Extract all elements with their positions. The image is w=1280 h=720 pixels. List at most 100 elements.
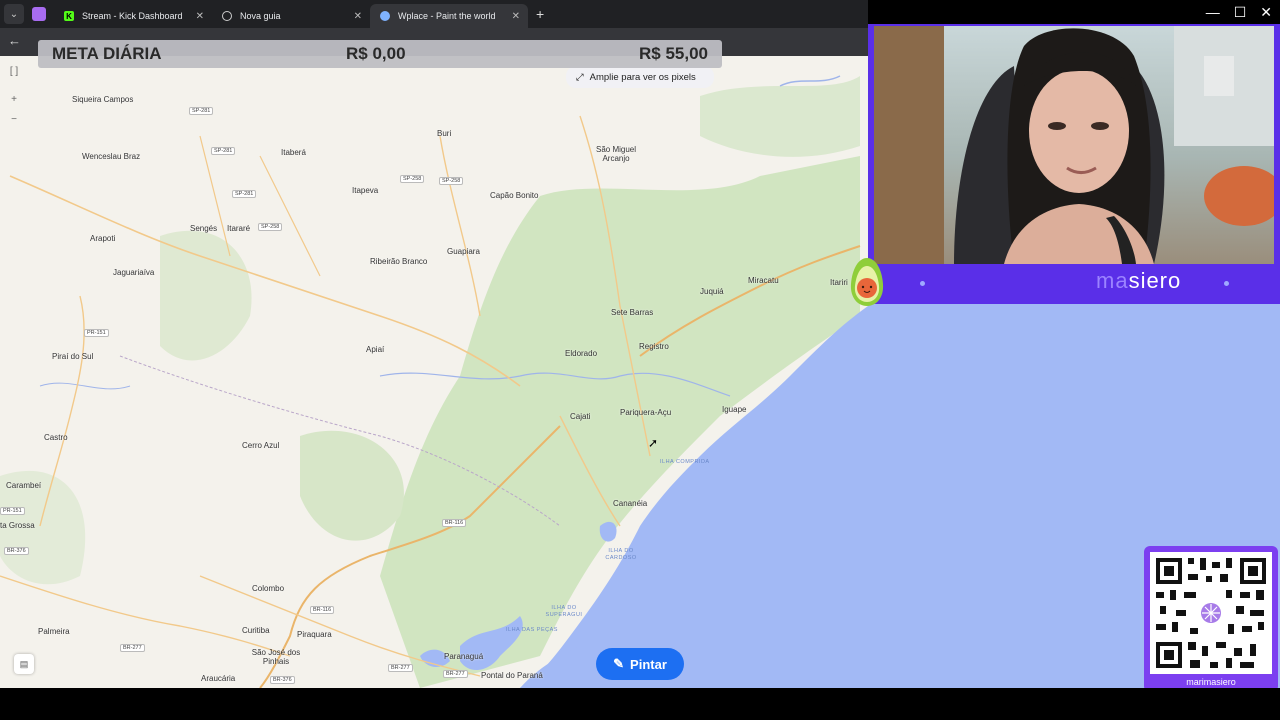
place-label: Cerro Azul [242, 441, 280, 450]
brush-icon: ✎ [613, 656, 625, 671]
paint-button-label: Pintar [630, 656, 667, 672]
road-shield: PR-151 [0, 507, 25, 515]
place-label: Miracatu [748, 276, 779, 285]
place-label: Jaguariaíva [113, 268, 155, 277]
streamer-name-bar [868, 264, 1280, 304]
tab-label: Wplace - Paint the world [398, 11, 496, 21]
mouse-cursor-icon: ➚ [648, 436, 659, 450]
place-label: Castro [44, 433, 68, 442]
place-label: Carambeí [6, 481, 42, 490]
close-icon[interactable]: ✕ [196, 11, 204, 22]
zoom-in-icon[interactable]: + [2, 94, 26, 110]
place-label: Piraquara [297, 630, 332, 639]
streamer-name: masiero [1096, 268, 1182, 293]
minimize-icon[interactable]: — [1206, 4, 1220, 20]
maximize-icon[interactable]: ☐ [1234, 4, 1247, 21]
close-icon[interactable]: ✕ [354, 11, 362, 22]
place-label: Siqueira Campos [72, 95, 134, 104]
sea-label: ILHA DAS PEÇAS [506, 627, 558, 633]
kick-icon: K [64, 11, 74, 21]
sea-label: ILHA DO SUPERAGUI [545, 605, 583, 618]
place-label: São José dos Pinhais [251, 648, 301, 666]
place-label: Ribeirão Branco [370, 257, 428, 266]
new-tab-button[interactable]: + [536, 6, 544, 22]
map-canvas[interactable]: Siqueira Campos Buri São Miguel Arcanjo … [0, 56, 868, 688]
layers-icon[interactable]: ▤ [14, 654, 34, 674]
road-shield: SP-281 [232, 190, 257, 198]
place-label: Eldorado [565, 349, 598, 358]
place-label: Cananéia [613, 499, 648, 508]
place-label: Arapoti [90, 234, 116, 243]
place-label: Cajati [570, 412, 591, 421]
webcam-feed [874, 26, 1274, 264]
road-shield: BR-376 [270, 676, 295, 684]
tab-search-button[interactable]: ⌄ [4, 4, 24, 24]
daily-goal-bar: META DIÁRIA R$ 0,00 R$ 55,00 [38, 40, 722, 68]
zoom-hint: ⤢ Amplie para ver os pixels [566, 66, 714, 88]
close-window-icon[interactable]: ✕ [1260, 4, 1272, 21]
place-label: Itaberá [281, 148, 306, 157]
road-shield: BR-376 [4, 547, 29, 555]
place-label: Buri [437, 129, 452, 138]
decorative-dot [1224, 281, 1229, 286]
place-label: Pariquera-Açu [620, 408, 672, 417]
daily-goal-target: R$ 55,00 [639, 44, 708, 63]
tab-label: Nova guia [240, 11, 281, 21]
road-shield: BR-277 [120, 644, 145, 652]
qr-handle: marimasiero [1186, 677, 1236, 687]
bottom-bar [0, 688, 1280, 720]
wplace-icon [380, 11, 390, 21]
place-label: Pontal do Paraná [481, 671, 543, 680]
place-label: Sengés [190, 224, 218, 233]
place-label: Apiaí [366, 345, 385, 354]
tab-new-tab[interactable]: Nova guia ✕ [212, 4, 370, 28]
map-graphics [0, 75, 868, 688]
screen: ⌄ K Stream - Kick Dashboard ✕ Nova guia … [0, 0, 1280, 720]
tab-label: Stream - Kick Dashboard [82, 11, 183, 21]
decorative-dot [920, 281, 925, 286]
daily-goal-title: META DIÁRIA [52, 44, 162, 63]
road-shield: BR-277 [443, 670, 468, 678]
browser-tabbar: ⌄ K Stream - Kick Dashboard ✕ Nova guia … [0, 0, 868, 28]
tab-wplace[interactable]: Wplace - Paint the world ✕ [370, 4, 528, 28]
app-icon[interactable] [32, 7, 46, 21]
place-label: Colombo [252, 584, 285, 593]
road-shield: SP-281 [189, 107, 214, 115]
place-label: Curitiba [242, 626, 270, 635]
place-label: Juquiá [700, 287, 724, 296]
place-label: São Miguel Arcanjo [595, 145, 637, 163]
place-label: Wenceslau Braz [82, 152, 141, 161]
road-shield: SP-258 [439, 177, 464, 185]
daily-goal-current: R$ 0,00 [346, 44, 406, 63]
road-shield: BR-116 [310, 606, 335, 614]
place-label: Capão Bonito [490, 191, 539, 200]
place-label: Itapeva [352, 186, 379, 195]
road-shield: SP-258 [400, 175, 425, 183]
zoom-pixels-icon: ⤢ [576, 71, 584, 83]
close-icon[interactable]: ✕ [512, 11, 520, 22]
place-label: Iguape [722, 405, 747, 414]
place-label: Paranaguá [444, 652, 484, 661]
qr-code-image[interactable] [1150, 552, 1272, 674]
place-label: Itararé [227, 224, 251, 233]
road-shield: BR-277 [388, 664, 413, 672]
road-shield: SP-258 [258, 223, 283, 231]
place-label: Piraí do Sul [52, 352, 94, 361]
paint-button[interactable]: ✎ Pintar [596, 648, 684, 680]
place-label: ta Grossa [0, 521, 35, 530]
expand-icon[interactable]: [ ] [2, 66, 26, 82]
back-arrow-icon[interactable]: ← [8, 33, 21, 48]
zoom-hint-text: Amplie para ver os pixels [589, 71, 696, 83]
tab-kick-dashboard[interactable]: K Stream - Kick Dashboard ✕ [54, 4, 212, 28]
avocado-mascot-icon [850, 258, 884, 306]
road-shield: SP-281 [211, 147, 236, 155]
globe-icon [222, 11, 232, 21]
place-label: Palmeira [38, 627, 70, 636]
road-shield: PR-151 [84, 329, 109, 337]
window-controls: — ☐ ✕ [868, 0, 1280, 24]
place-label: Guapiara [447, 247, 480, 256]
place-label: Araucária [201, 674, 236, 683]
place-label: Itariri [830, 278, 848, 287]
zoom-out-icon[interactable]: − [2, 114, 26, 130]
place-label: Sete Barras [611, 308, 654, 317]
